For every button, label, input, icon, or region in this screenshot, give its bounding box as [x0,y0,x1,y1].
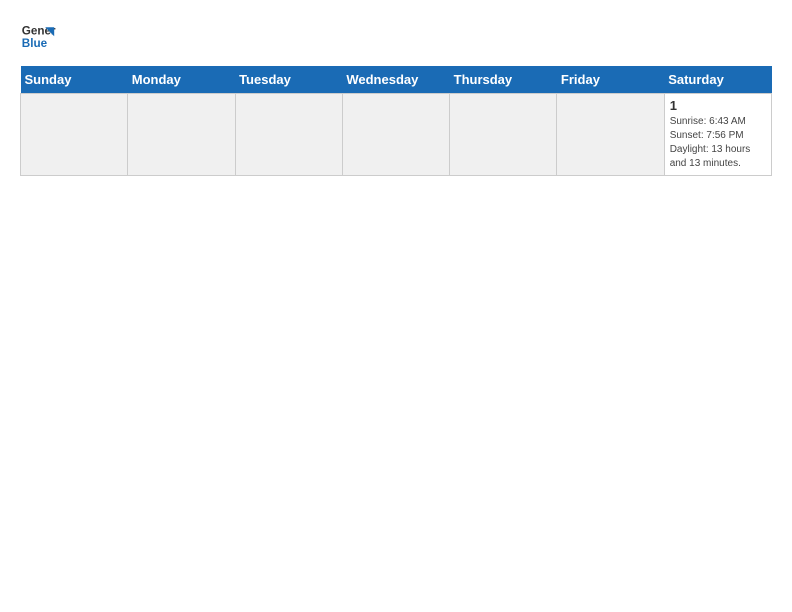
calendar-header-row: SundayMondayTuesdayWednesdayThursdayFrid… [21,66,772,94]
empty-cell [128,94,235,176]
empty-cell [21,94,128,176]
empty-cell [557,94,664,176]
day-of-week-header: Tuesday [235,66,342,94]
day-of-week-header: Sunday [21,66,128,94]
empty-cell [235,94,342,176]
day-number: 1 [670,98,766,113]
day-of-week-header: Saturday [664,66,771,94]
day-detail: Sunrise: 6:43 AMSunset: 7:56 PMDaylight:… [670,116,751,169]
calendar-day: 1 Sunrise: 6:43 AMSunset: 7:56 PMDayligh… [664,94,771,176]
logo: General Blue [20,20,56,56]
day-of-week-header: Wednesday [342,66,449,94]
day-of-week-header: Friday [557,66,664,94]
empty-cell [450,94,557,176]
svg-text:Blue: Blue [22,37,48,50]
day-of-week-header: Thursday [450,66,557,94]
calendar-table: SundayMondayTuesdayWednesdayThursdayFrid… [20,66,772,176]
day-of-week-header: Monday [128,66,235,94]
empty-cell [342,94,449,176]
logo-icon: General Blue [20,20,56,56]
page-header: General Blue [20,20,772,56]
calendar-week: 1 Sunrise: 6:43 AMSunset: 7:56 PMDayligh… [21,94,772,176]
